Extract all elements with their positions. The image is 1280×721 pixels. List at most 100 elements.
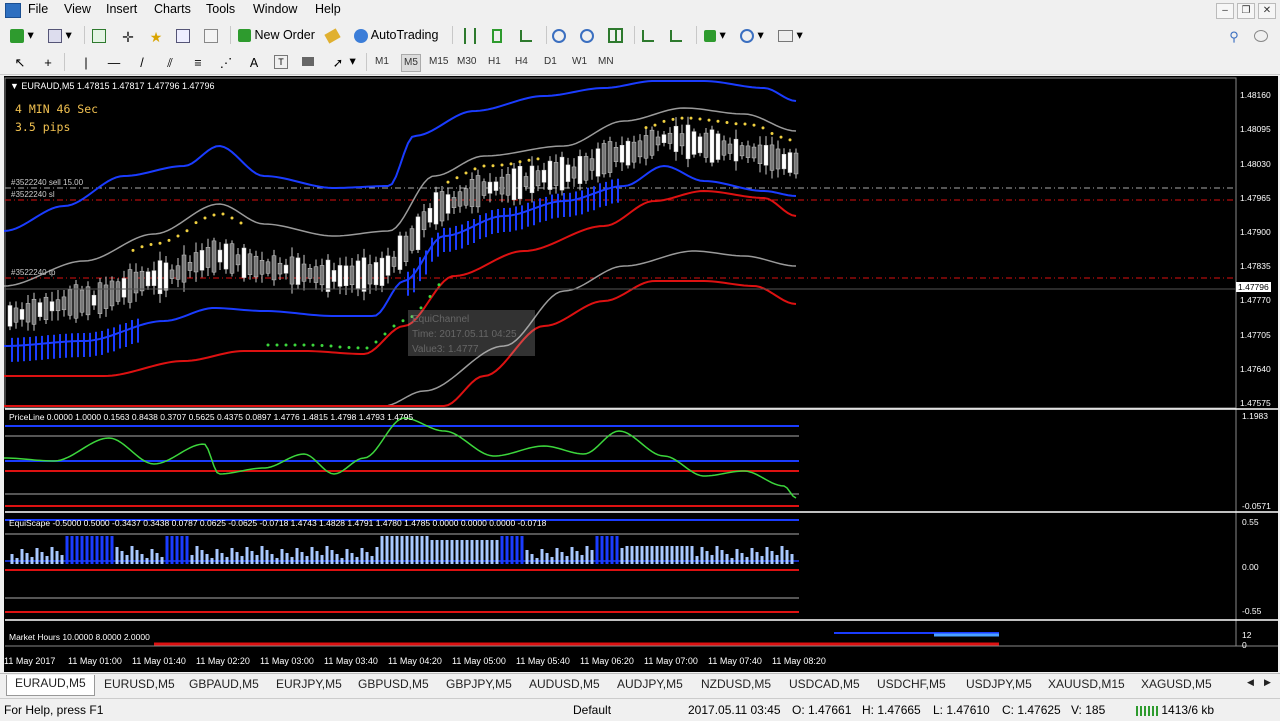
candle-body — [163, 262, 169, 291]
vertical-line-tool[interactable]: | — [78, 52, 94, 70]
equidistant-channel-tool[interactable]: ⫽ — [162, 52, 178, 70]
tab-usdjpy-m5[interactable]: USDJPY,M5 — [966, 677, 1032, 691]
candle-body — [649, 129, 655, 156]
line-chart-button[interactable] — [520, 26, 532, 44]
terminal-button[interactable] — [176, 26, 190, 44]
timeframe-h1[interactable]: H1 — [488, 54, 501, 70]
restore-icon[interactable]: ❐ — [1237, 3, 1255, 19]
timeframe-h4[interactable]: H4 — [515, 54, 528, 70]
tab-scroll-left[interactable]: ◀ — [1247, 677, 1254, 688]
menu-tools[interactable]: Tools — [206, 2, 235, 16]
timeframe-m30[interactable]: M30 — [457, 54, 476, 70]
periods-button[interactable]: ▾ — [740, 26, 764, 44]
horizontal-line-tool[interactable]: — — [106, 52, 122, 70]
tab-usdchf-m5[interactable]: USDCHF,M5 — [877, 677, 946, 691]
candle-body — [637, 140, 643, 158]
tab-xauusd-m15[interactable]: XAUUSD,M15 — [1048, 677, 1125, 691]
candle-body — [385, 255, 391, 276]
crosshair-tool[interactable]: + — [40, 52, 56, 70]
timeframe-mn[interactable]: MN — [598, 54, 614, 70]
arrows-tool[interactable]: ➚ ▾ — [330, 52, 356, 70]
bar-chart-icon — [464, 27, 476, 44]
timeframe-d1[interactable]: D1 — [544, 54, 557, 70]
search-button[interactable]: ⚲ — [1226, 26, 1242, 44]
minimize-icon[interactable]: – — [1216, 3, 1234, 19]
indicators-button[interactable]: ▾ — [704, 26, 726, 44]
cursor-tool[interactable]: ↖ — [12, 52, 28, 70]
tab-gbpjpy-m5[interactable]: GBPJPY,M5 — [446, 677, 512, 691]
tab-nzdusd-m5[interactable]: NZDUSD,M5 — [701, 677, 771, 691]
candle-body — [421, 211, 427, 231]
candle-body — [655, 136, 661, 146]
close-icon[interactable]: ✕ — [1258, 3, 1276, 19]
menu-charts[interactable]: Charts — [154, 2, 191, 16]
navigator-button[interactable]: ★ — [148, 26, 164, 45]
text-label-tool[interactable]: T — [274, 52, 288, 70]
priceline-label: PriceLine 0.0000 1.0000 0.1563 0.8438 0.… — [9, 412, 414, 422]
chart-shift-button[interactable] — [642, 26, 654, 44]
metaeditor-button[interactable] — [324, 26, 341, 44]
timeframe-m1[interactable]: M1 — [375, 54, 389, 70]
autotrading-button[interactable]: AutoTrading — [354, 26, 438, 44]
trendline-tool[interactable]: / — [134, 52, 150, 70]
timeframe-m15[interactable]: M15 — [429, 54, 448, 70]
tab-usdcad-m5[interactable]: USDCAD,M5 — [789, 677, 860, 691]
candle-body — [745, 145, 751, 158]
menu-insert[interactable]: Insert — [106, 2, 137, 16]
chart-window[interactable]: ▼ EURAUD,M5 1.47815 1.47817 1.47796 1.47… — [3, 76, 1278, 672]
equiscape-axis-mid: 0.00 — [1242, 562, 1259, 572]
timeframe-w1[interactable]: W1 — [572, 54, 587, 70]
bar-chart-button[interactable] — [464, 26, 476, 44]
candle-body — [667, 132, 673, 144]
data-window-button[interactable]: ✛ — [120, 26, 136, 45]
candle-body — [283, 264, 289, 274]
candle-body — [643, 135, 649, 159]
auto-scroll-button[interactable] — [670, 26, 682, 44]
candle-body — [607, 141, 613, 173]
zoom-in-button[interactable] — [552, 26, 566, 44]
signal-dot — [455, 176, 459, 180]
tab-gbpusd-m5[interactable]: GBPUSD,M5 — [358, 677, 429, 691]
market-watch-button[interactable] — [92, 26, 106, 44]
candle-body — [691, 131, 697, 155]
tab-scroll-right[interactable]: ▶ — [1264, 677, 1271, 688]
candle-body — [43, 296, 49, 321]
signal-dot — [383, 332, 387, 336]
time-tick: 11 May 05:40 — [516, 656, 570, 666]
new-chart-button[interactable]: ▾ — [10, 26, 34, 44]
tab-eurusd-m5[interactable]: EURUSD,M5 — [104, 677, 175, 691]
candle-body — [433, 192, 439, 225]
new-order-button[interactable]: New Order — [238, 26, 315, 44]
templates-button[interactable]: ▾ — [778, 26, 803, 44]
timeframe-m5[interactable]: M5 — [401, 54, 421, 72]
zoom-out-button[interactable] — [580, 26, 594, 44]
tab-audusd-m5[interactable]: AUDUSD,M5 — [529, 677, 600, 691]
menu-window[interactable]: Window — [253, 2, 297, 16]
rectangle-tool[interactable] — [302, 52, 314, 70]
tab-xagusd-m5[interactable]: XAGUSD,M5 — [1141, 677, 1212, 691]
tooltip-name: EquiChannel — [412, 314, 470, 325]
tester-button[interactable] — [204, 26, 218, 44]
chart-canvas[interactable] — [3, 76, 1278, 672]
fibonacci-tool[interactable]: ≡ — [190, 52, 206, 70]
menu-file[interactable]: File — [28, 2, 48, 16]
menu-help[interactable]: Help — [315, 2, 341, 16]
status-high: H: 1.47665 — [862, 703, 921, 717]
candlestick-button[interactable] — [492, 26, 502, 44]
terminal-icon — [176, 28, 190, 43]
chat-button[interactable] — [1254, 26, 1268, 44]
candle-body — [535, 170, 541, 187]
text-tool[interactable]: A — [246, 52, 262, 70]
tab-eurjpy-m5[interactable]: EURJPY,M5 — [276, 677, 342, 691]
profiles-button[interactable]: ▾ — [48, 26, 72, 44]
tab-gbpaud-m5[interactable]: GBPAUD,M5 — [189, 677, 259, 691]
menu-view[interactable]: View — [64, 2, 91, 16]
tab-euraud-m5[interactable]: EURAUD,M5 — [6, 675, 95, 696]
tile-windows-button[interactable] — [608, 26, 623, 44]
fibo-fan-tool[interactable]: ⋰ — [218, 52, 234, 70]
symbol-header-text: EURAUD,M5 1.47815 1.47817 1.47796 1.4779… — [21, 81, 215, 91]
tab-audjpy-m5[interactable]: AUDJPY,M5 — [617, 677, 683, 691]
price-tick: 1.47575 — [1240, 398, 1271, 408]
signal-dot — [653, 123, 657, 127]
candle-body — [367, 264, 373, 285]
